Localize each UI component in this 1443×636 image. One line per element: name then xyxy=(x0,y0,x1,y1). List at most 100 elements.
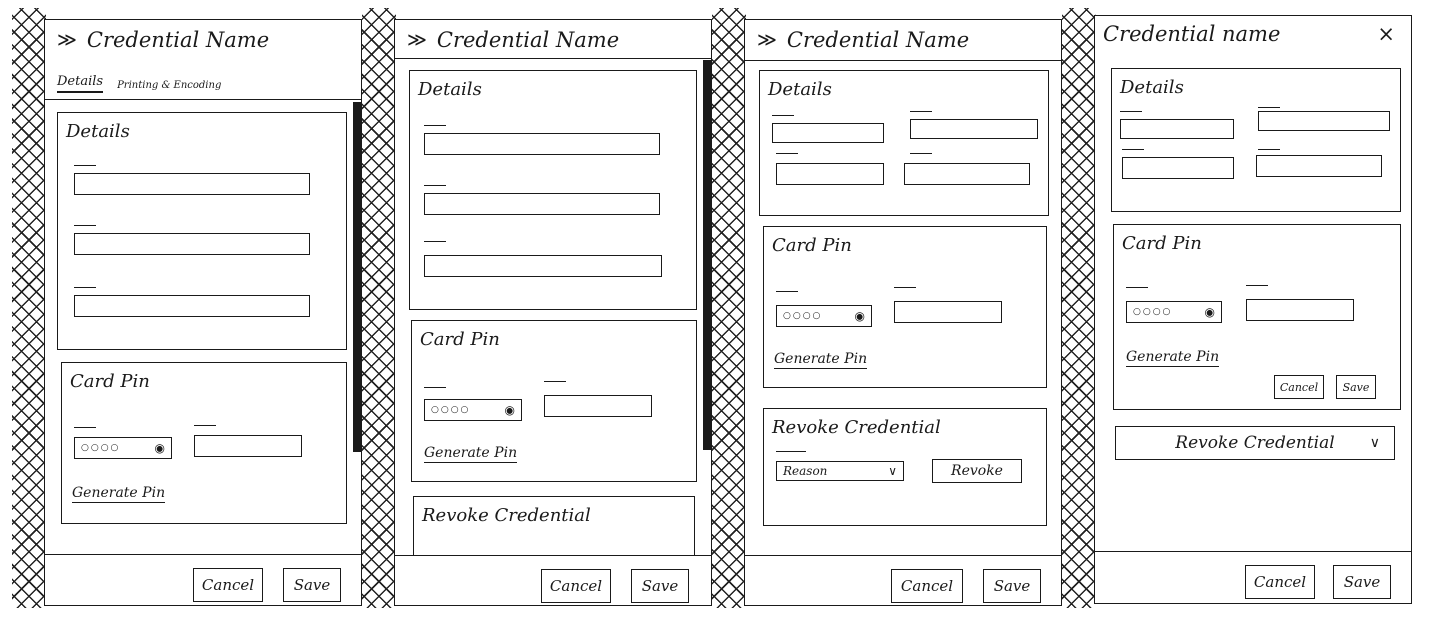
field-label xyxy=(1246,285,1268,286)
revoke-button[interactable]: Revoke xyxy=(932,459,1022,483)
field-label xyxy=(74,165,96,166)
pin-input[interactable]: ○○○○ ◉ xyxy=(74,437,172,459)
expand-icon[interactable]: ≫ xyxy=(407,29,427,51)
card-pin-title: Card Pin xyxy=(772,235,852,256)
details-field-4[interactable] xyxy=(904,163,1030,185)
scrollbar[interactable] xyxy=(353,102,361,452)
details-field-4[interactable] xyxy=(1256,155,1382,177)
credential-panel-2: ≫ Credential Name Details Card Pin ○○○○ … xyxy=(394,19,712,606)
eye-icon[interactable]: ◉ xyxy=(505,403,515,417)
details-title: Details xyxy=(66,121,130,142)
cancel-button[interactable]: Cancel xyxy=(193,568,263,602)
pin-mask: ○○○○ xyxy=(81,443,121,453)
field-label xyxy=(74,287,96,288)
card-pin-title: Card Pin xyxy=(1122,233,1202,254)
details-title: Details xyxy=(768,79,832,100)
pin-input[interactable]: ○○○○ ◉ xyxy=(1126,301,1222,323)
details-field-1[interactable] xyxy=(74,173,310,195)
generate-pin-link[interactable]: Generate Pin xyxy=(1126,349,1220,367)
revoke-credential-card: Revoke Credential Reason ∨ Revoke xyxy=(763,408,1047,526)
reason-select[interactable]: Reason ∨ xyxy=(776,461,904,481)
field-label xyxy=(1122,149,1144,150)
expand-icon[interactable]: ≫ xyxy=(57,29,77,51)
eye-icon[interactable]: ◉ xyxy=(155,441,165,455)
field-label xyxy=(1126,287,1148,288)
field-label xyxy=(772,115,794,116)
eye-icon[interactable]: ◉ xyxy=(1205,305,1215,319)
footer-divider xyxy=(45,554,361,555)
credential-panel-3: ≫ Credential Name Details Card Pin ○○○○ … xyxy=(744,19,1062,606)
scrollbar[interactable] xyxy=(703,60,711,450)
save-button[interactable]: Save xyxy=(983,569,1041,603)
field-label xyxy=(424,387,446,388)
panel-title: ≫ Credential Name xyxy=(757,28,969,52)
header-divider xyxy=(45,99,361,100)
revoke-credential-title: Revoke Credential xyxy=(422,505,591,526)
pin-confirm-input[interactable] xyxy=(194,435,302,457)
details-field-2[interactable] xyxy=(910,119,1038,139)
details-field-2[interactable] xyxy=(74,233,310,255)
eye-icon[interactable]: ◉ xyxy=(855,309,865,323)
tab-printing-encoding[interactable]: Printing & Encoding xyxy=(117,80,221,93)
field-label xyxy=(776,291,798,292)
panel-title: Credential name × xyxy=(1103,22,1403,46)
card-pin-title: Card Pin xyxy=(70,371,150,392)
pin-input[interactable]: ○○○○ ◉ xyxy=(776,305,872,327)
generate-pin-link[interactable]: Generate Pin xyxy=(72,485,166,503)
footer-divider xyxy=(1095,551,1411,552)
details-field-1[interactable] xyxy=(1120,119,1234,139)
pin-save-button[interactable]: Save xyxy=(1336,375,1376,399)
field-label xyxy=(1258,107,1280,108)
footer-divider xyxy=(395,555,711,556)
generate-pin-link[interactable]: Generate Pin xyxy=(774,351,868,369)
header-divider xyxy=(745,60,1061,61)
pin-confirm-input[interactable] xyxy=(544,395,652,417)
details-field-3[interactable] xyxy=(424,255,662,277)
pin-confirm-input[interactable] xyxy=(894,301,1002,323)
page-backdrop-2 xyxy=(362,8,396,608)
tab-details[interactable]: Details xyxy=(57,74,104,93)
field-label xyxy=(424,241,446,242)
details-field-2[interactable] xyxy=(1258,111,1390,131)
revoke-credential-card: Revoke Credential xyxy=(413,496,695,556)
cancel-button[interactable]: Cancel xyxy=(1245,565,1315,599)
field-label xyxy=(776,153,798,154)
pin-confirm-input[interactable] xyxy=(1246,299,1354,321)
credential-name: Credential Name xyxy=(436,28,620,52)
panel-title: ≫ Credential Name xyxy=(407,28,619,52)
credential-name: Credential name xyxy=(1103,22,1281,46)
details-field-1[interactable] xyxy=(424,133,660,155)
pin-cancel-button[interactable]: Cancel xyxy=(1274,375,1324,399)
details-field-3[interactable] xyxy=(776,163,884,185)
field-label xyxy=(424,185,446,186)
details-field-2[interactable] xyxy=(424,193,660,215)
revoke-credential-accordion[interactable]: Revoke Credential ∨ xyxy=(1115,426,1395,460)
generate-pin-link[interactable]: Generate Pin xyxy=(424,445,518,463)
close-icon[interactable]: × xyxy=(1377,22,1395,46)
field-label xyxy=(424,125,446,126)
field-label xyxy=(74,427,96,428)
save-button[interactable]: Save xyxy=(1333,565,1391,599)
details-field-1[interactable] xyxy=(772,123,884,143)
credential-panel-4: Credential name × Details Card Pin ○○○○ … xyxy=(1094,15,1412,604)
save-button[interactable]: Save xyxy=(283,568,341,602)
cancel-button[interactable]: Cancel xyxy=(891,569,963,603)
details-card: Details xyxy=(759,70,1049,216)
pin-mask: ○○○○ xyxy=(431,405,471,415)
details-field-3[interactable] xyxy=(1122,157,1234,179)
cancel-button[interactable]: Cancel xyxy=(541,569,611,603)
credential-name: Credential Name xyxy=(86,28,270,52)
field-label xyxy=(1258,149,1280,150)
pin-input[interactable]: ○○○○ ◉ xyxy=(424,399,522,421)
tab-bar: Details Printing & Encoding xyxy=(57,74,221,93)
details-field-3[interactable] xyxy=(74,295,310,317)
pin-mask: ○○○○ xyxy=(783,311,823,321)
details-card: Details xyxy=(409,70,697,310)
details-title: Details xyxy=(418,79,482,100)
save-button[interactable]: Save xyxy=(631,569,689,603)
footer-divider xyxy=(745,555,1061,556)
field-label xyxy=(544,381,566,382)
expand-icon[interactable]: ≫ xyxy=(757,29,777,51)
revoke-credential-label: Revoke Credential xyxy=(1175,433,1335,453)
card-pin-card: Card Pin ○○○○ ◉ Generate Pin xyxy=(61,362,347,524)
